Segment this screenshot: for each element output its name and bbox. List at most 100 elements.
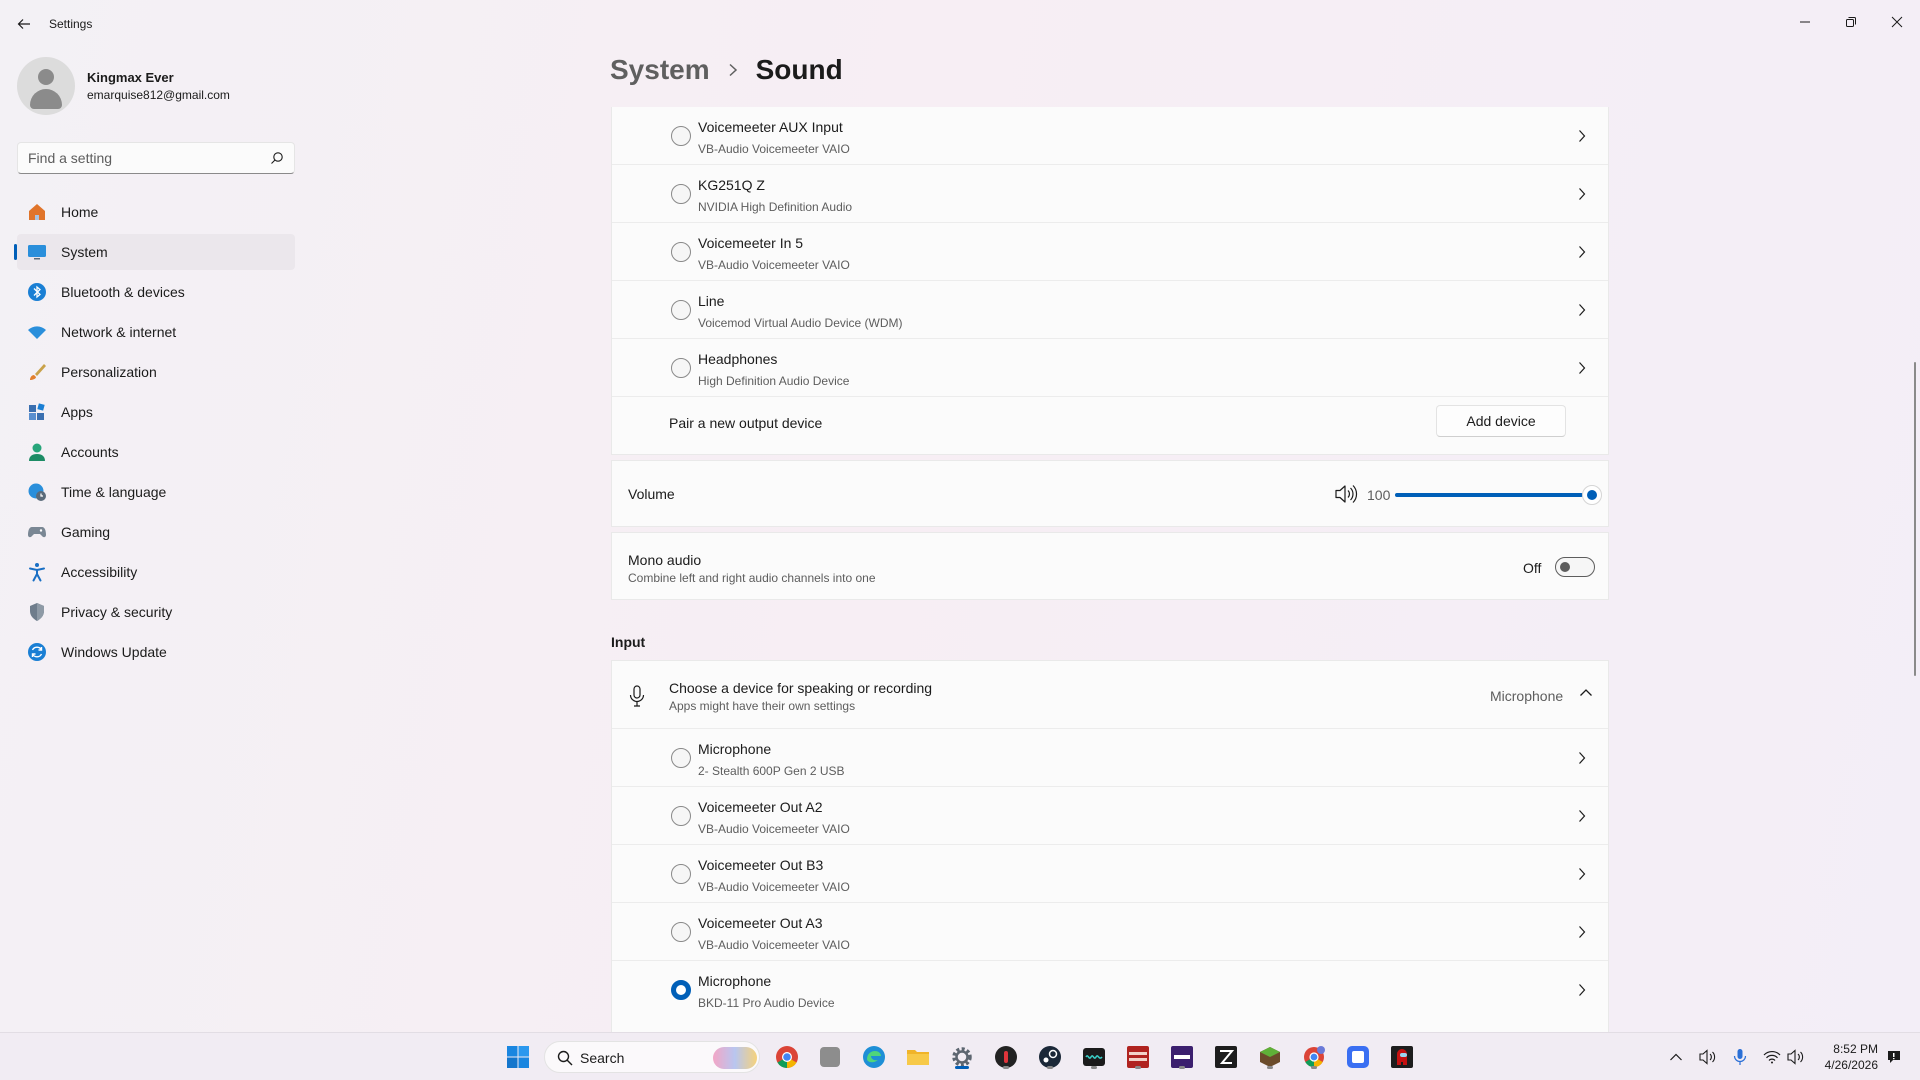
chevron-up-icon bbox=[1670, 1053, 1682, 1061]
notification-center[interactable] bbox=[1884, 1047, 1904, 1067]
device-radio[interactable] bbox=[671, 242, 691, 262]
taskbar-app-blue[interactable] bbox=[1344, 1043, 1372, 1071]
input-device-header[interactable]: Choose a device for speaking or recordin… bbox=[612, 661, 1608, 729]
vertical-scrollbar[interactable] bbox=[1914, 362, 1916, 676]
tray-network[interactable] bbox=[1762, 1047, 1782, 1067]
chevron-right-icon[interactable] bbox=[1578, 245, 1586, 259]
speaker-icon[interactable] bbox=[1334, 483, 1358, 505]
volume-slider-thumb[interactable] bbox=[1582, 485, 1602, 505]
active-indicator bbox=[1311, 1066, 1317, 1069]
pair-output-device-row: Pair a new output device Add device bbox=[612, 397, 1608, 449]
taskbar-chrome[interactable] bbox=[773, 1043, 801, 1071]
sidebar-item-label: Personalization bbox=[61, 364, 157, 380]
add-device-button[interactable]: Add device bbox=[1436, 405, 1566, 437]
input-device-row[interactable]: Microphone BKD-11 Pro Audio Device bbox=[612, 961, 1608, 1019]
taskbar-search[interactable]: Search bbox=[544, 1041, 760, 1073]
active-indicator bbox=[955, 1066, 969, 1069]
device-name: Voicemeeter In 5 bbox=[698, 235, 804, 251]
sidebar-item-network[interactable]: Network & internet bbox=[17, 314, 295, 350]
chevron-right-icon[interactable] bbox=[1578, 867, 1586, 881]
taskbar-steam[interactable] bbox=[1036, 1043, 1064, 1071]
device-radio[interactable] bbox=[671, 300, 691, 320]
sidebar-item-system[interactable]: System bbox=[14, 234, 295, 270]
speaker-icon bbox=[1699, 1049, 1716, 1065]
tray-microphone[interactable] bbox=[1730, 1047, 1750, 1067]
taskbar-file-explorer[interactable] bbox=[904, 1043, 932, 1071]
sidebar-item-apps[interactable]: Apps bbox=[17, 394, 295, 430]
back-button[interactable] bbox=[12, 12, 36, 36]
toggle-state-label: Off bbox=[1523, 560, 1542, 576]
input-device-row[interactable]: Voicemeeter Out B3 VB-Audio Voicemeeter … bbox=[612, 845, 1608, 903]
sidebar-item-label: Bluetooth & devices bbox=[61, 284, 185, 300]
volume-slider-track[interactable] bbox=[1395, 493, 1583, 497]
search-input[interactable] bbox=[18, 143, 258, 173]
taskbar-voicemeeter[interactable] bbox=[1124, 1043, 1152, 1071]
chevron-right-icon[interactable] bbox=[1578, 303, 1586, 317]
chevron-right-icon[interactable] bbox=[1578, 361, 1586, 375]
chevron-right-icon[interactable] bbox=[1578, 809, 1586, 823]
taskbar-app-gray[interactable] bbox=[816, 1043, 844, 1071]
tray-volume-secondary[interactable] bbox=[1786, 1047, 1806, 1067]
taskbar-app-wave[interactable] bbox=[1080, 1043, 1108, 1071]
input-device-row[interactable]: Voicemeeter Out A3 VB-Audio Voicemeeter … bbox=[612, 903, 1608, 961]
device-radio[interactable] bbox=[671, 184, 691, 204]
chevron-right-icon[interactable] bbox=[1578, 187, 1586, 201]
output-device-row[interactable]: Line Voicemod Virtual Audio Device (WDM) bbox=[612, 281, 1608, 339]
input-device-row[interactable]: Voicemeeter Out A2 VB-Audio Voicemeeter … bbox=[612, 787, 1608, 845]
taskbar-edge[interactable] bbox=[860, 1043, 888, 1071]
wifi-icon bbox=[1763, 1051, 1781, 1064]
taskbar-app-dark[interactable] bbox=[1212, 1043, 1240, 1071]
taskbar-among-us[interactable] bbox=[1388, 1043, 1416, 1071]
user-profile[interactable]: Kingmax Ever emarquise812@gmail.com bbox=[17, 57, 230, 115]
device-radio[interactable] bbox=[671, 922, 691, 942]
globe-clock-icon bbox=[27, 482, 47, 502]
settings-search bbox=[17, 142, 295, 174]
device-name: Headphones bbox=[698, 351, 778, 367]
sidebar-item-privacy[interactable]: Privacy & security bbox=[17, 594, 295, 630]
taskbar-settings[interactable] bbox=[948, 1043, 976, 1071]
sidebar-item-windows-update[interactable]: Windows Update bbox=[17, 634, 295, 670]
tray-volume[interactable] bbox=[1698, 1047, 1718, 1067]
chevron-right-icon[interactable] bbox=[1578, 983, 1586, 997]
minimize-button[interactable] bbox=[1782, 6, 1828, 38]
page-title: Sound bbox=[755, 54, 843, 85]
sidebar-item-bluetooth[interactable]: Bluetooth & devices bbox=[17, 274, 295, 310]
sidebar-item-accounts[interactable]: Accounts bbox=[17, 434, 295, 470]
taskbar-nzxt[interactable] bbox=[1168, 1043, 1196, 1071]
sidebar-item-accessibility[interactable]: Accessibility bbox=[17, 554, 295, 590]
taskbar-minecraft[interactable] bbox=[1256, 1043, 1284, 1071]
chevron-right-icon[interactable] bbox=[1578, 129, 1586, 143]
output-device-row[interactable]: Headphones High Definition Audio Device bbox=[612, 339, 1608, 397]
chevron-right-icon[interactable] bbox=[1578, 925, 1586, 939]
device-radio[interactable] bbox=[671, 358, 691, 378]
input-device-row[interactable]: Microphone 2- Stealth 600P Gen 2 USB bbox=[612, 729, 1608, 787]
device-radio[interactable] bbox=[671, 126, 691, 146]
device-driver: High Definition Audio Device bbox=[698, 374, 850, 388]
sidebar-item-personalization[interactable]: Personalization bbox=[17, 354, 295, 390]
chevron-right-icon[interactable] bbox=[1578, 751, 1586, 765]
output-device-row[interactable]: Voicemeeter In 5 VB-Audio Voicemeeter VA… bbox=[612, 223, 1608, 281]
chevron-up-icon[interactable] bbox=[1579, 688, 1593, 698]
restore-button[interactable] bbox=[1828, 6, 1874, 38]
sidebar-item-home[interactable]: Home bbox=[17, 194, 295, 230]
search-icon[interactable] bbox=[270, 151, 284, 165]
taskbar-clock[interactable]: 8:52 PM 4/26/2026 bbox=[1820, 1041, 1878, 1073]
close-button[interactable] bbox=[1874, 6, 1920, 38]
system-icon bbox=[27, 242, 47, 262]
output-device-row[interactable]: KG251Q Z NVIDIA High Definition Audio bbox=[612, 165, 1608, 223]
device-radio[interactable] bbox=[671, 806, 691, 826]
show-hidden-icons[interactable] bbox=[1666, 1047, 1686, 1067]
mono-audio-toggle[interactable] bbox=[1555, 557, 1595, 577]
device-radio-selected[interactable] bbox=[671, 980, 691, 1000]
sidebar-item-time-language[interactable]: Time & language bbox=[17, 474, 295, 510]
active-indicator bbox=[1047, 1066, 1053, 1069]
sidebar-item-gaming[interactable]: Gaming bbox=[17, 514, 295, 550]
device-radio[interactable] bbox=[671, 864, 691, 884]
breadcrumb-system-link[interactable]: System bbox=[610, 54, 710, 86]
selected-input-device: Microphone bbox=[1490, 688, 1564, 704]
device-radio[interactable] bbox=[671, 748, 691, 768]
taskbar-app-red-dark[interactable] bbox=[992, 1043, 1020, 1071]
taskbar-chrome-profile[interactable] bbox=[1300, 1043, 1328, 1071]
output-device-row[interactable]: Voicemeeter AUX Input VB-Audio Voicemeet… bbox=[612, 107, 1608, 165]
start-button[interactable] bbox=[504, 1043, 532, 1071]
